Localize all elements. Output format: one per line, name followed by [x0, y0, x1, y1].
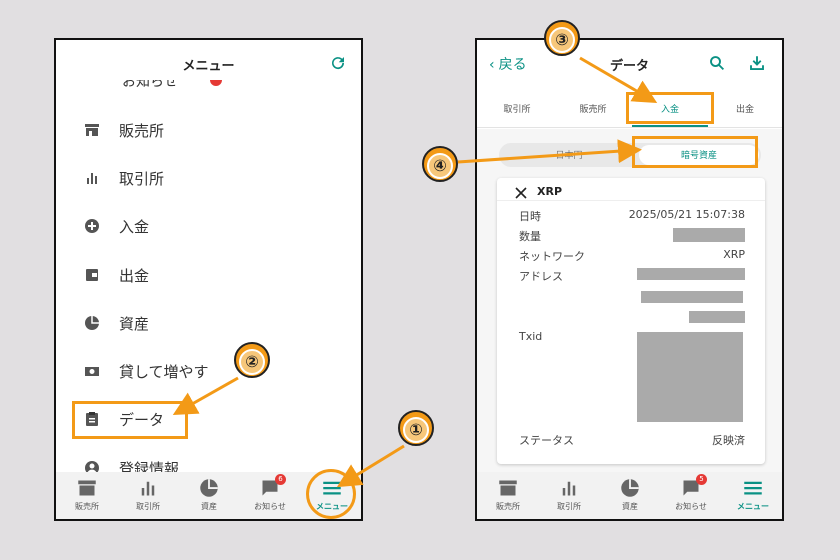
step-number-3: ③ — [544, 20, 580, 56]
step-number-4: ④ — [422, 146, 458, 182]
step-number-2: ② — [234, 342, 270, 378]
step-number-1: ① — [398, 410, 434, 446]
annotation-arrows — [172, 56, 658, 488]
